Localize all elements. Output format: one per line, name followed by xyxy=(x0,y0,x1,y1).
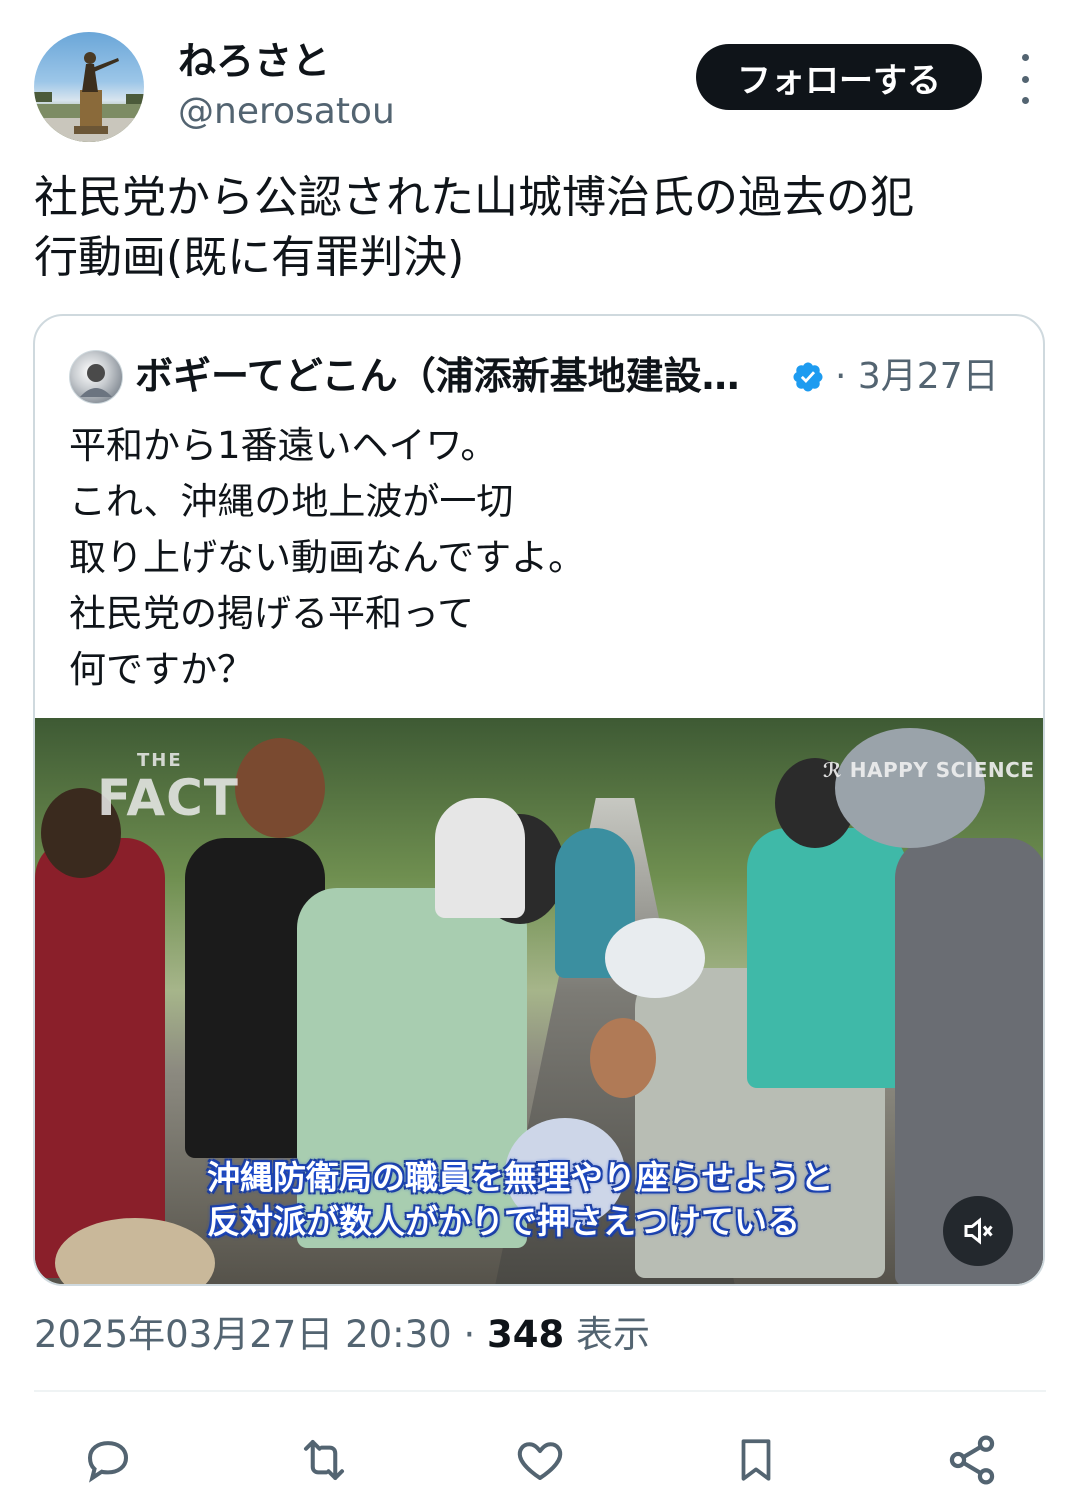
quote-text: 平和から1番遠いヘイワ。 これ、沖縄の地上波が一切 取り上げない動画なんですよ。… xyxy=(69,424,586,691)
follow-button[interactable]: フォローする xyxy=(696,44,982,110)
video-person xyxy=(35,838,165,1278)
the-fact-watermark: THE FACT xyxy=(97,750,239,827)
like-icon[interactable] xyxy=(510,1430,570,1490)
author-handle[interactable]: @nerosatou xyxy=(178,90,395,134)
tweet-header: ねろさと @nerosatou フォローする xyxy=(34,32,1046,144)
verified-badge-icon xyxy=(793,362,823,392)
quote-date: · 3月27日 xyxy=(835,356,999,397)
retweet-icon[interactable] xyxy=(294,1430,354,1490)
video-person xyxy=(435,798,525,918)
mute-toggle-button[interactable] xyxy=(943,1196,1013,1266)
video-player[interactable]: THE FACT ℛ HAPPY SCIENCE 沖縄防衛局の職員を無理やり座ら… xyxy=(35,718,1043,1284)
quote-author-avatar xyxy=(69,350,123,404)
channel-watermark: ℛ HAPPY SCIENCE xyxy=(823,758,1035,782)
speaker-muted-icon xyxy=(964,1217,993,1245)
video-person xyxy=(747,828,907,1088)
more-options-icon[interactable] xyxy=(1010,54,1040,104)
author-display-name[interactable]: ねろさと xyxy=(178,38,330,84)
views-label: 表示 xyxy=(564,1313,650,1356)
quote-author-name: ボギーてどこん（浦添新基地建設… xyxy=(135,354,740,398)
quoted-tweet[interactable]: ボギーてどこん（浦添新基地建設… · 3月27日 平和から1番遠いヘイワ。 これ… xyxy=(33,314,1045,1286)
divider xyxy=(34,1390,1046,1392)
statue-photo xyxy=(34,52,144,142)
views-count: 348 xyxy=(487,1313,565,1356)
tweet-timestamp: 2025年03月27日 20:30 · 348 表示 xyxy=(34,1308,650,1362)
bookmark-icon[interactable] xyxy=(726,1430,786,1490)
action-bar xyxy=(0,1430,1080,1490)
author-avatar[interactable] xyxy=(34,32,144,142)
video-subtitle: 沖縄防衛局の職員を無理やり座らせようと 反対派が数人がかりで押さえつけている xyxy=(207,1158,834,1241)
timestamp-text[interactable]: 2025年03月27日 20:30 · xyxy=(34,1313,487,1356)
video-head xyxy=(590,1018,656,1098)
video-head xyxy=(835,728,985,848)
share-icon[interactable] xyxy=(942,1430,1002,1490)
tweet-text: 社民党から公認された山城博治氏の過去の犯 行動画(既に有罪判決) xyxy=(34,172,914,283)
video-head xyxy=(605,918,705,998)
reply-icon[interactable] xyxy=(78,1430,138,1490)
video-head xyxy=(235,738,325,838)
